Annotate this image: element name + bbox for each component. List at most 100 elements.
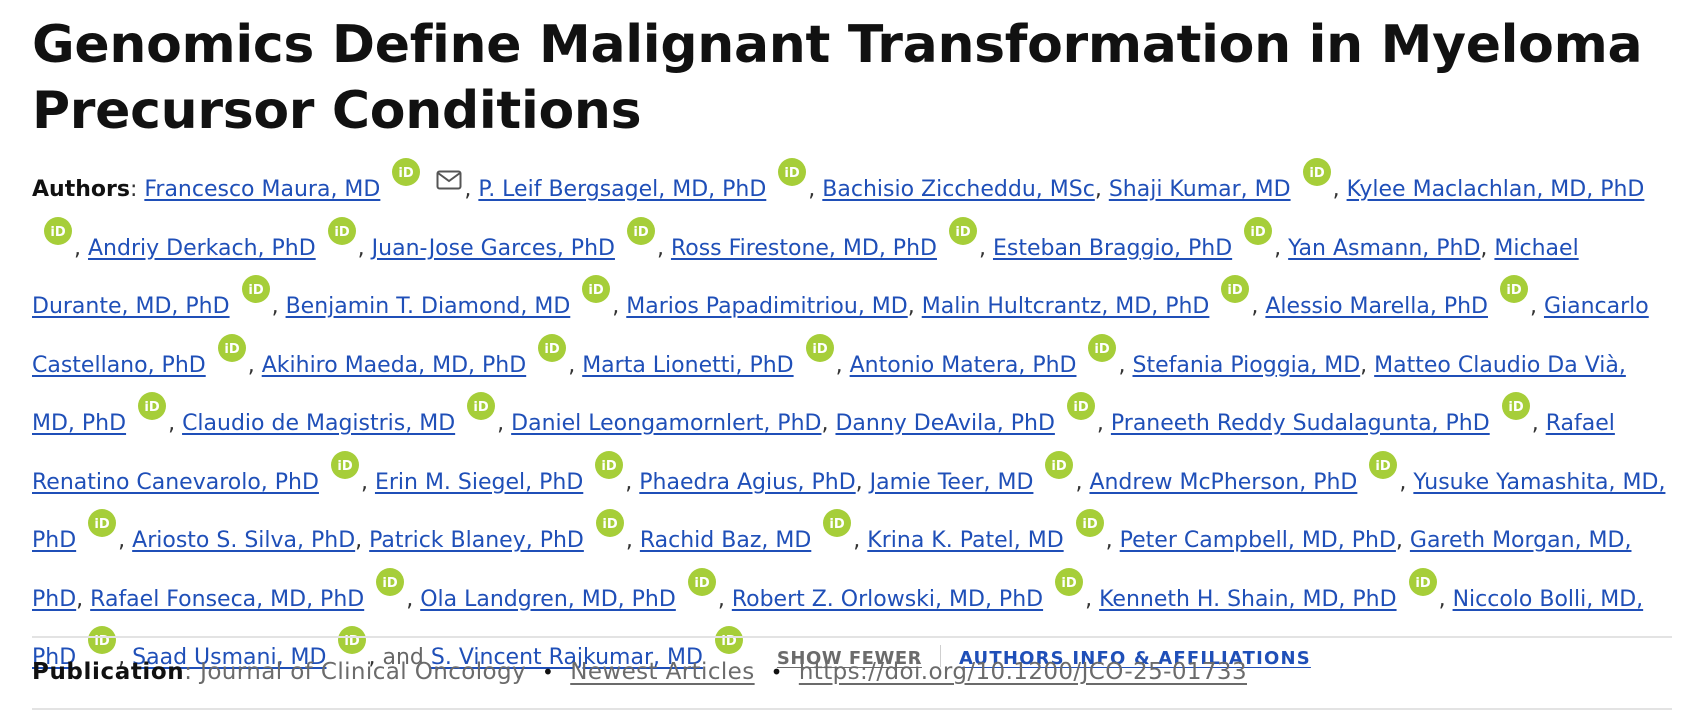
author-separator: , [1251, 294, 1266, 319]
author-link[interactable]: Claudio de Magistris, MD [182, 411, 455, 436]
author-separator: , [1531, 411, 1546, 436]
author-link[interactable]: Kenneth H. Shain, MD, PhD [1099, 587, 1396, 612]
author-link[interactable]: Benjamin T. Diamond, MD [286, 294, 571, 319]
author-link[interactable]: Danny DeAvila, PhD [835, 411, 1054, 436]
author-separator: , [1105, 528, 1120, 553]
orcid-icon[interactable]: iD [1501, 392, 1530, 420]
svg-text:iD: iD [95, 517, 110, 532]
author-link[interactable]: Marios Papadimitriou, MD [626, 294, 907, 319]
author-separator: , [1118, 352, 1133, 378]
orcid-icon[interactable]: iD [1302, 158, 1331, 186]
author-link[interactable]: Peter Campbell, MD, PhD [1120, 528, 1396, 553]
svg-text:iD: iD [955, 225, 970, 240]
orcid-icon[interactable]: iD [88, 509, 117, 537]
orcid-icon[interactable]: iD [805, 333, 834, 362]
svg-text:iD: iD [383, 576, 398, 591]
orcid-icon[interactable]: iD [1244, 216, 1273, 245]
author-separator: , [1395, 528, 1410, 553]
svg-text:iD: iD [812, 342, 827, 357]
mail-icon[interactable] [436, 158, 462, 190]
orcid-icon[interactable]: iD [687, 567, 716, 596]
orcid-icon[interactable]: iD [1499, 275, 1528, 303]
author-separator: , [808, 177, 823, 202]
svg-text:iD: iD [589, 283, 604, 298]
svg-text:iD: iD [1073, 400, 1088, 415]
author-link[interactable]: Marta Lionetti, PhD [582, 353, 793, 378]
author-link[interactable]: Ross Firestone, MD, PhD [671, 236, 937, 261]
author-link[interactable]: Patrick Blaney, PhD [369, 528, 584, 553]
orcid-icon[interactable]: iD [595, 450, 624, 479]
orcid-icon[interactable]: iD [217, 333, 246, 362]
svg-text:iD: iD [1376, 459, 1391, 474]
authors-label: Authors [32, 177, 130, 202]
orcid-icon[interactable]: iD [467, 392, 496, 420]
author-link[interactable]: Daniel Leongamornlert, PhD [511, 411, 821, 436]
author-separator: , [1360, 352, 1375, 378]
orcid-icon[interactable]: iD [327, 216, 356, 245]
orcid-icon[interactable]: iD [1045, 450, 1074, 479]
orcid-icon[interactable]: iD [1369, 450, 1398, 479]
author-link[interactable]: Praneeth Reddy Sudalagunta, PhD [1111, 411, 1490, 436]
svg-text:iD: iD [144, 400, 159, 415]
orcid-icon[interactable]: iD [1221, 275, 1250, 303]
author-link[interactable]: Krina K. Patel, MD [867, 528, 1063, 553]
svg-text:iD: iD [694, 576, 709, 591]
svg-text:iD: iD [1061, 576, 1076, 591]
author-link[interactable]: Phaedra Agius, PhD [639, 470, 855, 495]
author-separator: , [625, 469, 640, 495]
author-link[interactable]: Erin M. Siegel, PhD [375, 470, 583, 495]
author-link[interactable]: Alessio Marella, PhD [1265, 294, 1488, 319]
orcid-icon[interactable]: iD [823, 509, 852, 537]
author-link[interactable]: Rafael Fonseca, MD, PhD [90, 587, 364, 612]
author-link[interactable]: Jamie Teer, MD [870, 470, 1034, 495]
orcid-icon[interactable]: iD [330, 450, 359, 479]
orcid-icon[interactable]: iD [376, 567, 405, 596]
orcid-icon[interactable]: iD [338, 626, 367, 654]
bullet-separator: • [770, 660, 783, 684]
orcid-icon[interactable]: iD [88, 626, 117, 654]
author-link[interactable]: Shaji Kumar, MD [1109, 177, 1291, 202]
author-link[interactable]: Kylee Maclachlan, MD, PhD [1347, 177, 1645, 202]
author-link[interactable]: Antonio Matera, PhD [850, 353, 1077, 378]
orcid-icon[interactable]: iD [1088, 333, 1117, 362]
orcid-icon[interactable]: iD [44, 216, 72, 245]
author-link[interactable]: Yan Asmann, PhD [1288, 236, 1480, 261]
doi-link[interactable]: https://doi.org/10.1200/JCO-25-01733 [799, 659, 1247, 685]
orcid-icon[interactable]: iD [1075, 509, 1104, 537]
orcid-icon[interactable]: iD [626, 216, 655, 245]
orcid-icon[interactable]: iD [582, 275, 611, 303]
orcid-icon[interactable]: iD [392, 158, 421, 186]
author-link[interactable]: Esteban Braggio, PhD [993, 236, 1232, 261]
author-link[interactable]: Andrew McPherson, PhD [1089, 470, 1357, 495]
author-link[interactable]: Robert Z. Orlowski, MD, PhD [732, 587, 1043, 612]
author-link[interactable]: P. Leif Bergsagel, MD, PhD [478, 177, 766, 202]
orcid-icon[interactable]: iD [1055, 567, 1084, 596]
author-separator: , [247, 352, 262, 378]
orcid-icon[interactable]: iD [138, 392, 167, 420]
bullet-separator: • [542, 660, 555, 684]
author-separator: , [907, 294, 922, 319]
author-separator: , [464, 177, 479, 202]
author-link[interactable]: Francesco Maura, MD [144, 177, 380, 202]
svg-text:iD: iD [545, 342, 560, 357]
orcid-icon[interactable]: iD [538, 333, 567, 362]
author-link[interactable]: Malin Hultcrantz, MD, PhD [922, 294, 1210, 319]
orcid-icon[interactable]: iD [595, 509, 624, 537]
orcid-icon[interactable]: iD [778, 158, 807, 186]
author-link[interactable]: Juan-Jose Garces, PhD [372, 236, 615, 261]
author-link[interactable]: Bachisio Ziccheddu, MSc [822, 177, 1095, 202]
author-link[interactable]: Ola Landgren, MD, PhD [420, 587, 676, 612]
author-link[interactable]: Akihiro Maeda, MD, PhD [262, 353, 526, 378]
orcid-icon[interactable]: iD [714, 626, 743, 654]
author-separator: , [1399, 469, 1414, 495]
orcid-icon[interactable]: iD [1408, 567, 1437, 596]
orcid-icon[interactable]: iD [1066, 392, 1095, 420]
author-link[interactable]: Stefania Pioggia, MD [1132, 353, 1360, 378]
author-separator: , [1085, 586, 1100, 612]
orcid-icon[interactable]: iD [948, 216, 977, 245]
author-link[interactable]: Andriy Derkach, PhD [88, 236, 316, 261]
orcid-icon[interactable]: iD [241, 275, 270, 303]
author-link[interactable]: Ariosto S. Silva, PhD [132, 528, 355, 553]
newest-articles-link[interactable]: Newest Articles [570, 659, 754, 685]
author-link[interactable]: Rachid Baz, MD [640, 528, 811, 553]
